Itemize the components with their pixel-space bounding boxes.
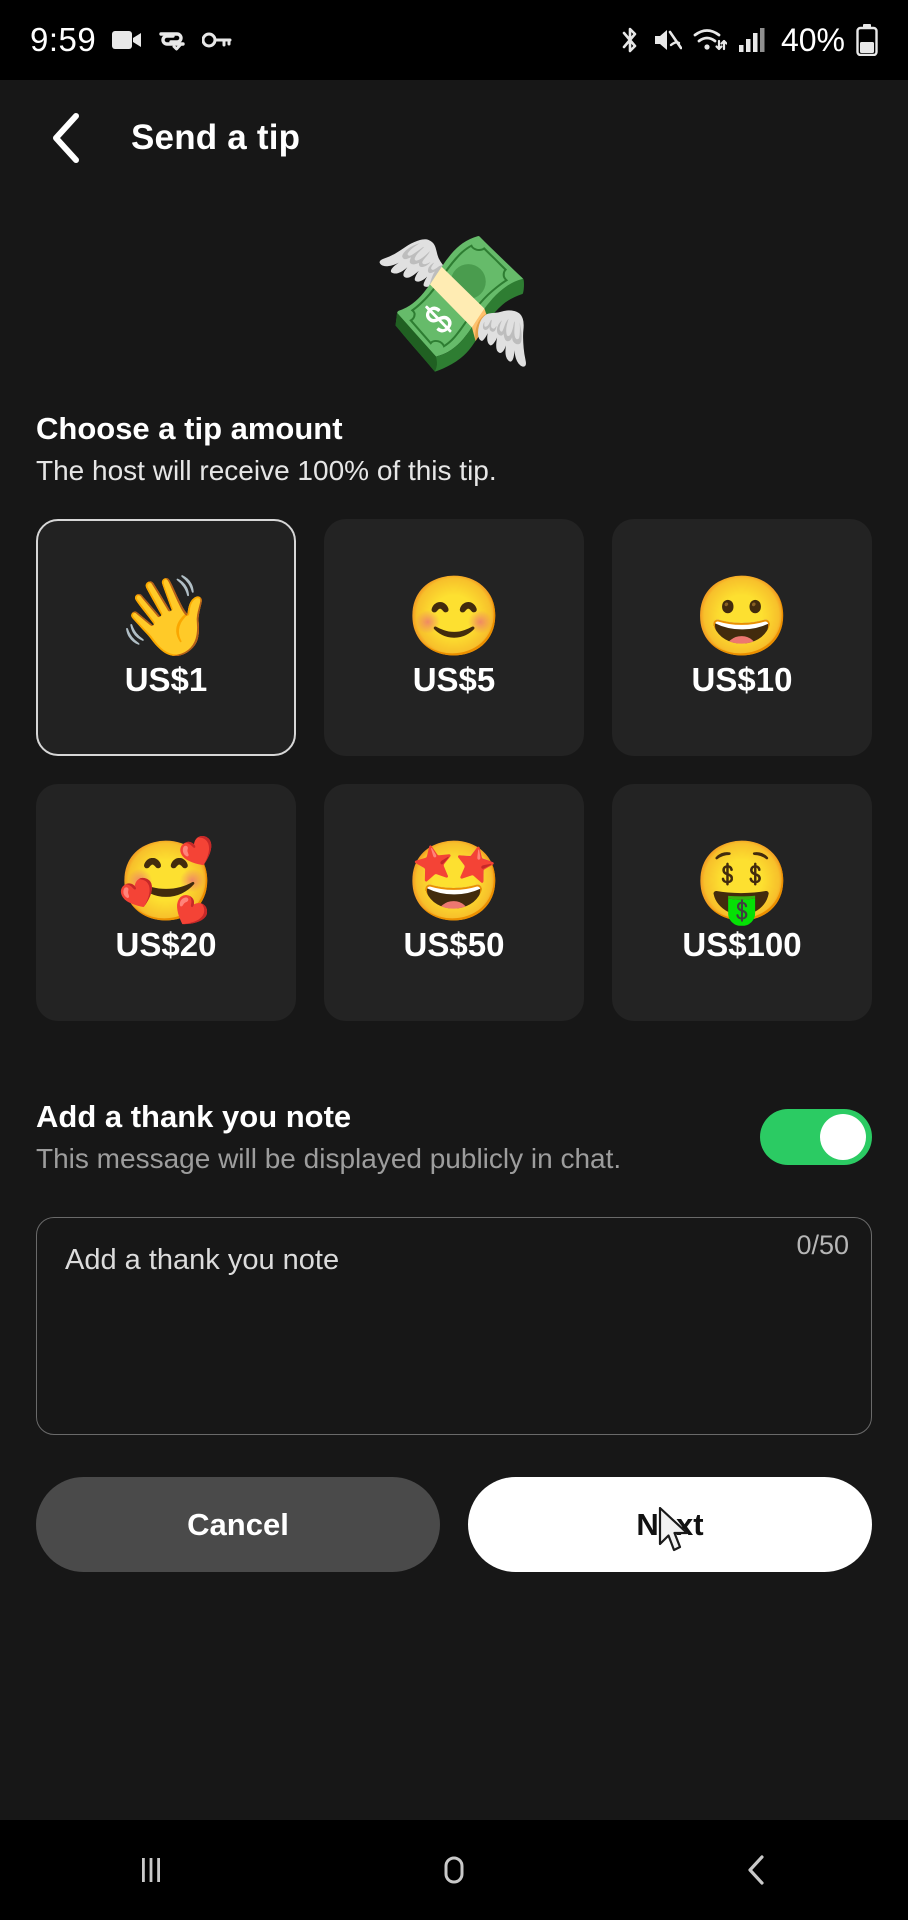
- tip-option-us20[interactable]: 🥰 US$20: [36, 784, 296, 1021]
- thank-you-note-toggle[interactable]: [760, 1109, 872, 1165]
- tip-option-label: US$50: [403, 925, 505, 963]
- tip-amount-section-header: Choose a tip amount The host will receiv…: [0, 411, 908, 487]
- tip-option-us1[interactable]: 👋 US$1: [36, 519, 296, 756]
- note-title: Add a thank you note: [36, 1099, 352, 1134]
- tip-option-label: US$5: [412, 660, 496, 698]
- tip-option-us50[interactable]: 🤩 US$50: [324, 784, 584, 1021]
- tip-option-us100[interactable]: 🤑 US$100: [612, 784, 872, 1021]
- tip-option-label: US$20: [115, 925, 217, 963]
- status-bar: 9:59 40%: [0, 0, 908, 80]
- tip-option-us5[interactable]: 😊 US$5: [324, 519, 584, 756]
- back-button[interactable]: [40, 110, 96, 166]
- status-bar-right: 40%: [619, 22, 878, 59]
- battery-icon: [856, 24, 878, 56]
- next-button-label: Next: [636, 1506, 704, 1542]
- note-subtitle: This message will be displayed publicly …: [36, 1143, 622, 1174]
- recents-button[interactable]: [91, 1820, 211, 1920]
- video-camera-icon: [112, 28, 142, 52]
- bluetooth-icon: [619, 25, 641, 55]
- money-with-wings-emoji: 💸: [371, 229, 537, 377]
- star-struck-emoji: 🤩: [405, 836, 503, 925]
- char-counter: 0/50: [796, 1230, 849, 1260]
- status-bar-clock: 9:59: [30, 21, 97, 58]
- grinning-face-emoji: 😀: [693, 571, 791, 660]
- page-header: Send a tip: [0, 80, 908, 196]
- smiling-face-hearts-emoji: 🥰: [117, 836, 215, 925]
- toggle-knob: [820, 1114, 866, 1160]
- page-title: Send a tip: [131, 118, 301, 157]
- next-button[interactable]: Next: [468, 1477, 872, 1572]
- phone-screen: 9:59 40% Send a tip 💸 Choose a tip amoun…: [0, 0, 908, 1920]
- back-icon: [748, 1855, 764, 1885]
- waving-hand-emoji: 👋: [117, 571, 215, 660]
- smiling-face-emoji: 😊: [405, 571, 503, 660]
- thank-you-note-input[interactable]: Add a thank you note 0/50: [36, 1217, 872, 1435]
- tip-option-label: US$100: [682, 925, 802, 963]
- tip-section-title: Choose a tip amount: [36, 411, 343, 446]
- wifi-icon: [693, 26, 727, 54]
- battery-percent-label: 40%: [780, 21, 845, 58]
- chevron-left-icon: [53, 113, 79, 163]
- thank-you-note-toggle-row: Add a thank you note This message will b…: [0, 1099, 908, 1175]
- mute-icon: [652, 26, 682, 54]
- cancel-button[interactable]: Cancel: [36, 1477, 440, 1572]
- tip-section-subtitle: The host will receive 100% of this tip.: [36, 455, 497, 486]
- vpn-icon: [158, 27, 186, 53]
- key-icon: [202, 31, 232, 49]
- main-content: 💸 Choose a tip amount The host will rece…: [0, 196, 908, 1820]
- thank-you-note-text: Add a thank you note This message will b…: [36, 1099, 621, 1175]
- hero-illustration: 💸: [0, 196, 908, 411]
- status-bar-left: 9:59: [30, 21, 232, 59]
- signal-icon: [738, 27, 766, 53]
- android-nav-bar: [0, 1820, 908, 1920]
- tip-option-label: US$1: [124, 660, 208, 698]
- back-nav-button[interactable]: [697, 1820, 817, 1920]
- tip-amount-grid: 👋 US$1 😊 US$5 😀 US$10 🥰 US$20 🤩 US$50 🤑: [0, 519, 908, 1021]
- note-placeholder: Add a thank you note: [65, 1244, 340, 1276]
- action-buttons: Cancel Next: [0, 1477, 908, 1572]
- recents-icon: [142, 1858, 161, 1882]
- tip-option-label: US$10: [691, 660, 793, 698]
- home-icon: [444, 1856, 464, 1884]
- tip-option-us10[interactable]: 😀 US$10: [612, 519, 872, 756]
- money-mouth-face-emoji: 🤑: [693, 836, 791, 925]
- home-button[interactable]: [394, 1820, 514, 1920]
